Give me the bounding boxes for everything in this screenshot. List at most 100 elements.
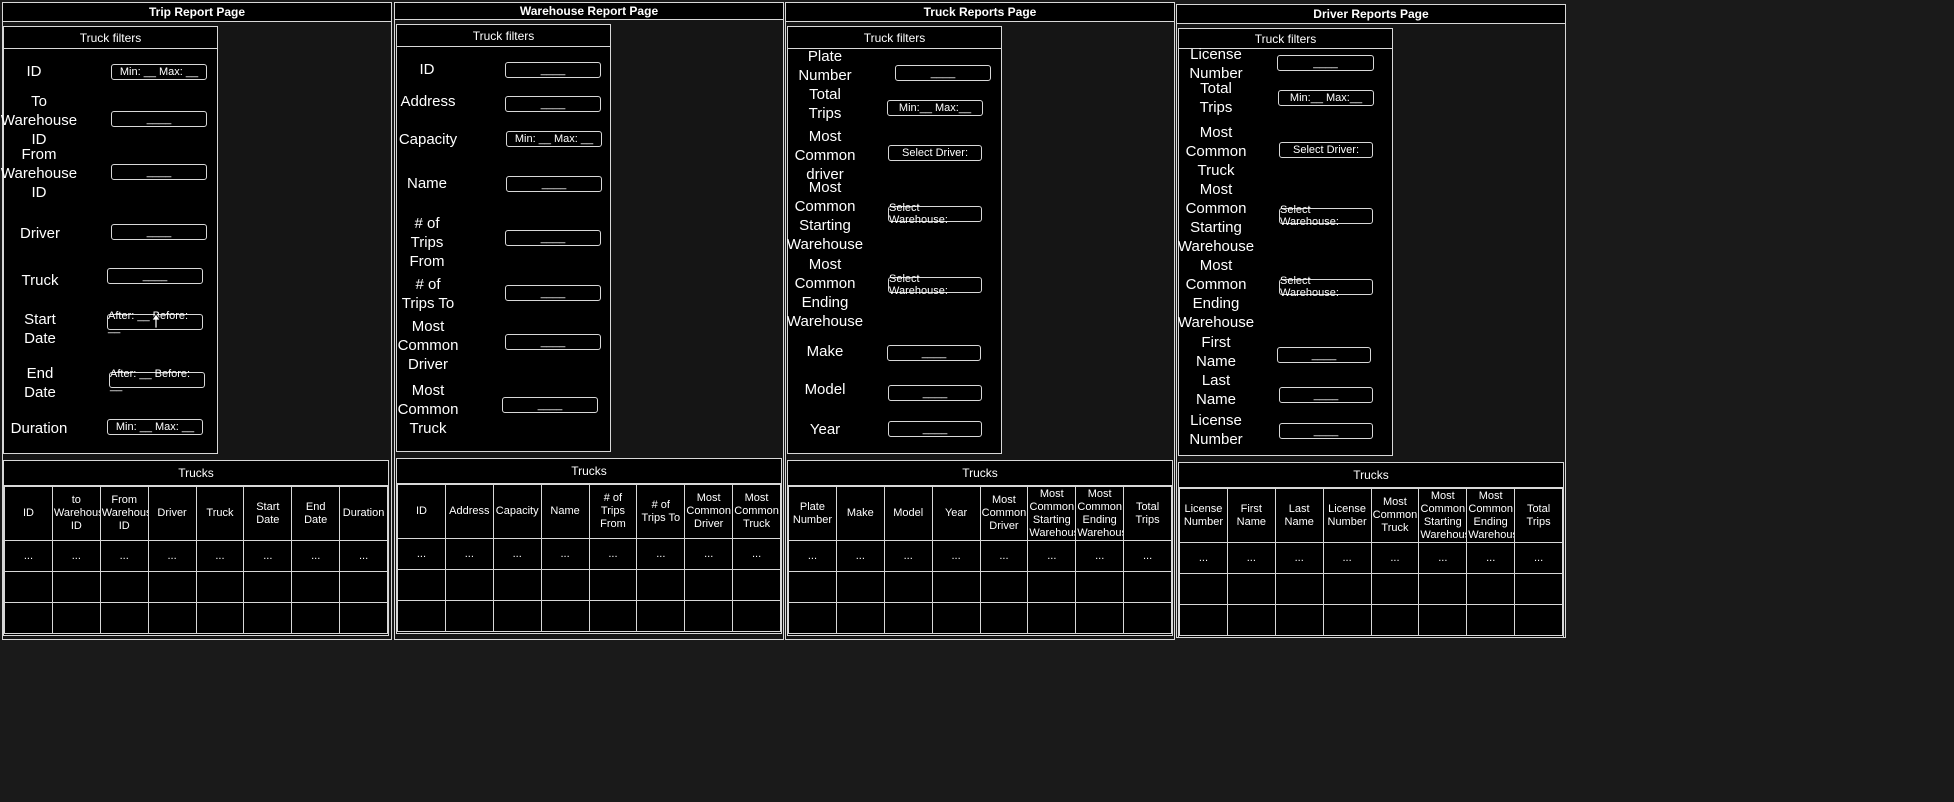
table-cell: ... bbox=[397, 538, 446, 570]
table-cell bbox=[883, 571, 933, 603]
table-cell bbox=[788, 602, 837, 634]
column-header[interactable]: From Warehous ID bbox=[99, 486, 149, 541]
filter-label-of-trips-from: # of Trips From bbox=[409, 214, 445, 270]
filter-input-name[interactable]: ____ bbox=[506, 176, 602, 192]
table-cell bbox=[339, 602, 388, 634]
column-header[interactable]: Total Trips bbox=[1514, 488, 1563, 543]
table-cell bbox=[636, 569, 686, 601]
filter-input-plate-number[interactable]: ____ bbox=[895, 65, 991, 81]
filter-input-of-trips-to[interactable]: ____ bbox=[505, 285, 601, 301]
filter-input-of-trips-from[interactable]: ____ bbox=[505, 230, 601, 246]
column-header[interactable]: # of Trips From bbox=[588, 484, 638, 539]
table-cell bbox=[1418, 573, 1468, 605]
filter-input-most-common-starting-warehouse[interactable]: Select Warehouse: bbox=[1279, 204, 1373, 228]
column-header[interactable]: License Number bbox=[1179, 488, 1228, 543]
table-cell: ... bbox=[1123, 540, 1172, 572]
filter-input-id[interactable]: ____ bbox=[505, 62, 601, 78]
table-cell bbox=[339, 571, 388, 603]
filter-input-total-trips[interactable]: Min:__ Max:__ bbox=[887, 100, 983, 116]
table-cell bbox=[835, 602, 885, 634]
filter-input-first-name[interactable]: ____ bbox=[1277, 347, 1371, 363]
table-row[interactable] bbox=[397, 569, 781, 601]
column-header[interactable]: ID bbox=[397, 484, 446, 539]
filter-input-most-common-truck[interactable]: Select Driver: bbox=[1279, 142, 1373, 158]
column-header[interactable]: Last Name bbox=[1274, 488, 1324, 543]
table-row[interactable]: ........................ bbox=[1179, 542, 1563, 574]
column-header[interactable]: Name bbox=[540, 484, 590, 539]
filter-input-from-warehouse-id[interactable]: ____ bbox=[111, 164, 207, 180]
filter-input-duration[interactable]: Min: __ Max: __ bbox=[107, 419, 203, 435]
filter-input-model[interactable]: ____ bbox=[888, 385, 982, 401]
table-cell: ... bbox=[147, 540, 197, 572]
filter-input-most-common-ending-warehouse[interactable]: Select Warehouse: bbox=[1279, 275, 1373, 299]
table-row[interactable] bbox=[1179, 604, 1563, 636]
table-cell bbox=[835, 571, 885, 603]
column-header[interactable]: Make bbox=[835, 486, 885, 541]
column-header[interactable]: Start Date bbox=[243, 486, 293, 541]
filter-label-license-number: License Number bbox=[1189, 46, 1243, 82]
data-grid: Plate Number Make Model Year Most Common Dri… bbox=[788, 486, 1172, 634]
table-row[interactable]: ........................ bbox=[4, 540, 388, 572]
filter-input-id[interactable]: Min: __ Max: __ bbox=[111, 64, 207, 80]
table-cell bbox=[979, 571, 1029, 603]
column-header[interactable]: Plate Number bbox=[788, 486, 837, 541]
column-header[interactable]: Most Common Starting Warehous bbox=[1418, 488, 1468, 543]
filter-input-year[interactable]: ____ bbox=[888, 421, 982, 437]
table-cell bbox=[1123, 602, 1172, 634]
filter-input-license-number[interactable]: ____ bbox=[1279, 423, 1373, 439]
column-header[interactable]: End Date bbox=[291, 486, 341, 541]
filter-input-total-trips[interactable]: Min:__ Max:__ bbox=[1278, 90, 1374, 106]
column-header[interactable]: Most Common Ending Warehous bbox=[1466, 488, 1516, 543]
table-cell bbox=[444, 569, 494, 601]
column-header[interactable]: Most Common Starting Warehous bbox=[1027, 486, 1077, 541]
filter-input-most-common-driver[interactable]: ____ bbox=[505, 334, 601, 350]
data-grid: License Number First Name Last Name License… bbox=[1179, 488, 1563, 636]
table-row[interactable] bbox=[4, 602, 388, 634]
table-cell bbox=[788, 571, 837, 603]
column-header[interactable]: Most Common Driver bbox=[979, 486, 1029, 541]
filter-input-most-common-driver[interactable]: Select Driver: bbox=[888, 145, 982, 161]
filter-input-driver[interactable]: ____ bbox=[111, 224, 207, 240]
filter-input-end-date[interactable]: After: __ Before: __ bbox=[109, 368, 205, 392]
column-header[interactable]: to Warehous ID bbox=[51, 486, 101, 541]
filter-input-most-common-ending-warehouse[interactable]: Select Warehouse: bbox=[888, 273, 982, 297]
filter-input-to-warehouse-id[interactable]: ____ bbox=[111, 111, 207, 127]
table-row[interactable] bbox=[788, 602, 1172, 634]
table-row[interactable] bbox=[4, 571, 388, 603]
column-header[interactable]: Total Trips bbox=[1123, 486, 1172, 541]
column-header[interactable]: Year bbox=[931, 486, 981, 541]
column-header[interactable]: Most Common Truck bbox=[1370, 488, 1420, 543]
table-title: Trucks bbox=[397, 459, 781, 484]
table-row[interactable]: ........................ bbox=[788, 540, 1172, 572]
filter-label-driver: Driver bbox=[20, 224, 60, 242]
column-header[interactable]: Most Common Ending Warehous bbox=[1075, 486, 1125, 541]
table-header-row: ID Address Capacity Name # of Trips From # of… bbox=[397, 484, 781, 539]
column-header[interactable]: Driver bbox=[147, 486, 197, 541]
column-header[interactable]: Model bbox=[883, 486, 933, 541]
column-header[interactable]: First Name bbox=[1226, 488, 1276, 543]
filter-input-most-common-truck[interactable]: ____ bbox=[502, 397, 598, 413]
filter-input-address[interactable]: ____ bbox=[505, 96, 601, 112]
table-cell bbox=[397, 600, 446, 632]
column-header[interactable]: Address bbox=[444, 484, 494, 539]
filter-input-license-number[interactable]: ____ bbox=[1277, 55, 1374, 71]
column-header[interactable]: Most Common Truck bbox=[732, 484, 781, 539]
filter-input-truck[interactable]: ____ bbox=[107, 268, 203, 284]
filter-label-most-common-ending-warehouse: Most Common Ending Warehouse bbox=[786, 256, 864, 330]
column-header[interactable]: ID bbox=[4, 486, 53, 541]
table-row[interactable] bbox=[788, 571, 1172, 603]
table-cell bbox=[51, 602, 101, 634]
column-header[interactable]: Capacity bbox=[492, 484, 542, 539]
filter-input-last-name[interactable]: ____ bbox=[1279, 387, 1373, 403]
table-row[interactable] bbox=[1179, 573, 1563, 605]
table-row[interactable]: ........................ bbox=[397, 538, 781, 570]
table-row[interactable] bbox=[397, 600, 781, 632]
column-header[interactable]: Truck bbox=[195, 486, 245, 541]
filter-input-make[interactable]: ____ bbox=[887, 345, 981, 361]
filter-input-most-common-starting-warehouse[interactable]: Select Warehouse: bbox=[888, 202, 982, 226]
filter-input-capacity[interactable]: Min: __ Max: __ bbox=[506, 131, 602, 147]
column-header[interactable]: License Number bbox=[1322, 488, 1372, 543]
column-header[interactable]: Most Common Driver bbox=[684, 484, 734, 539]
column-header[interactable]: Duration bbox=[339, 486, 388, 541]
column-header[interactable]: # of Trips To bbox=[636, 484, 686, 539]
